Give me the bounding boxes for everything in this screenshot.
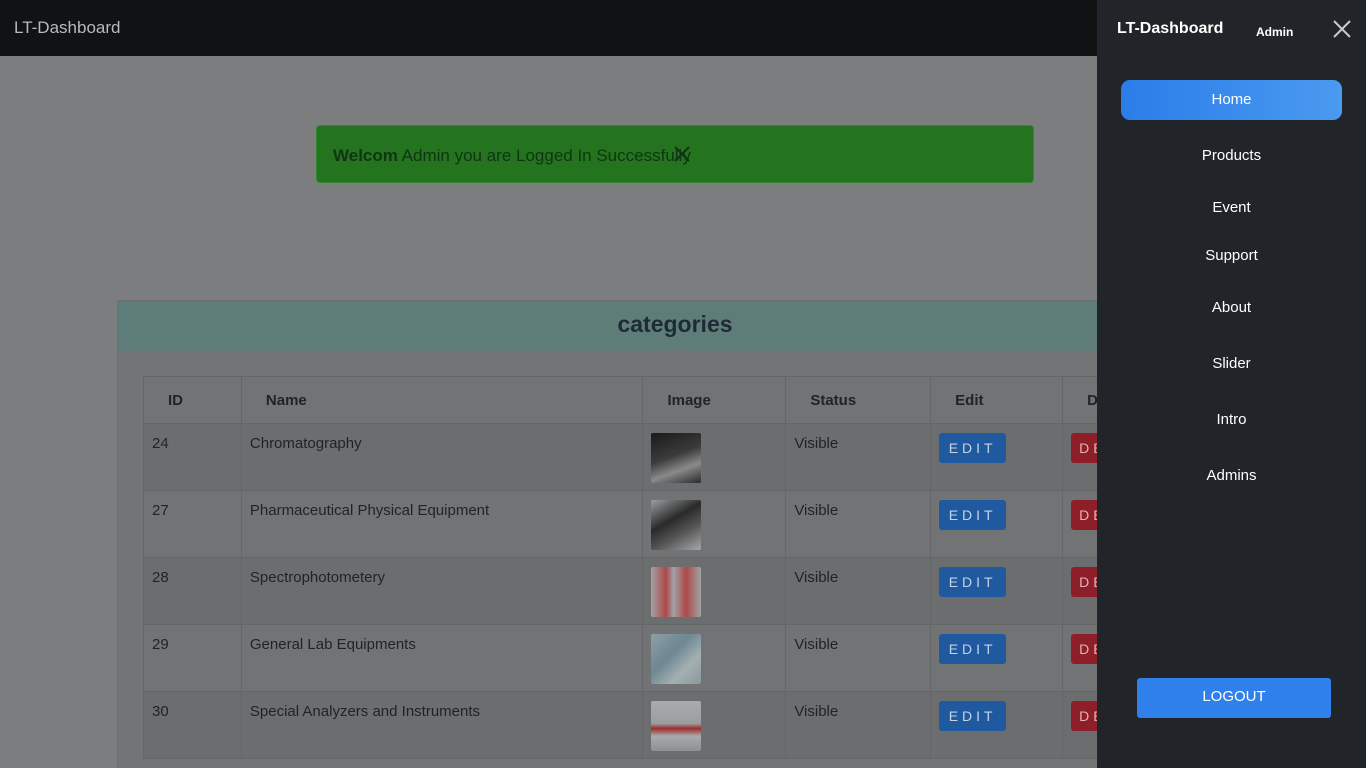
close-icon[interactable] — [1332, 19, 1352, 39]
cell-status: Visible — [785, 423, 932, 491]
offcanvas-sidebar: LT-Dashboard Admin Home Products Event S… — [1097, 0, 1366, 768]
sidebar-item-intro[interactable]: Intro — [1121, 400, 1342, 440]
sidebar-item-slider[interactable]: Slider — [1121, 344, 1342, 384]
table-header-row: ID Name Image Status Edit D — [143, 376, 1223, 424]
cell-name: Special Analyzers and Instruments — [240, 691, 644, 759]
cell-status: Visible — [785, 624, 932, 692]
cell-id: 30 — [143, 691, 242, 759]
cell-image — [642, 691, 787, 759]
column-header-status: Status — [785, 376, 932, 424]
sidebar-item-support[interactable]: Support — [1121, 236, 1342, 276]
table-row: 30 Special Analyzers and Instruments Vis… — [143, 691, 1223, 759]
table-row: 29 General Lab Equipments Visible EDIT D… — [143, 624, 1223, 692]
category-thumbnail — [651, 500, 702, 550]
cell-status: Visible — [785, 490, 932, 558]
sidebar-username: Admin — [1256, 25, 1294, 39]
cell-status: Visible — [785, 691, 932, 759]
sidebar-brand: LT-Dashboard — [1117, 20, 1224, 37]
cell-image — [642, 423, 787, 491]
sidebar-item-about[interactable]: About — [1121, 288, 1342, 328]
cell-name: Chromatography — [240, 423, 644, 491]
alert-strong: Welcom — [333, 146, 398, 165]
cell-edit: EDIT — [930, 490, 1064, 558]
card-title: categories — [617, 311, 733, 337]
category-thumbnail — [651, 701, 702, 751]
edit-button[interactable]: EDIT — [939, 500, 1007, 530]
success-alert: Welcom Admin you are Logged In Successfu… — [316, 125, 1034, 183]
cell-image — [642, 490, 787, 558]
table-row: 27 Pharmaceutical Physical Equipment Vis… — [143, 490, 1223, 558]
sidebar-item-event[interactable]: Event — [1121, 188, 1342, 228]
cell-edit: EDIT — [930, 624, 1064, 692]
category-thumbnail — [651, 634, 702, 684]
column-header-name: Name — [240, 376, 644, 424]
close-icon[interactable] — [673, 145, 691, 163]
column-header-id: ID — [143, 376, 242, 424]
navbar-brand[interactable]: LT-Dashboard — [14, 18, 120, 38]
cell-id: 24 — [143, 423, 242, 491]
cell-status: Visible — [785, 557, 932, 625]
cell-edit: EDIT — [930, 691, 1064, 759]
logout-button[interactable]: LOGOUT — [1137, 678, 1331, 718]
sidebar-item-products[interactable]: Products — [1121, 136, 1342, 176]
card-header: categories — [118, 301, 1216, 351]
alert-message: Admin you are Logged In Successfully — [397, 146, 691, 165]
table-row: 24 Chromatography Visible EDIT DE — [143, 423, 1223, 491]
cell-image — [642, 557, 787, 625]
cell-edit: EDIT — [930, 423, 1064, 491]
edit-button[interactable]: EDIT — [939, 701, 1007, 731]
column-header-image: Image — [642, 376, 787, 424]
sidebar-item-admins[interactable]: Admins — [1121, 456, 1342, 496]
column-header-edit: Edit — [930, 376, 1064, 424]
table-row: 28 Spectrophotometery Visible EDIT DE — [143, 557, 1223, 625]
cell-name: Spectrophotometery — [240, 557, 644, 625]
cell-id: 27 — [143, 490, 242, 558]
cell-id: 29 — [143, 624, 242, 692]
edit-button[interactable]: EDIT — [939, 634, 1007, 664]
category-thumbnail — [651, 567, 702, 617]
sidebar-item-home[interactable]: Home — [1121, 80, 1342, 120]
edit-button[interactable]: EDIT — [939, 433, 1007, 463]
alert-text: Welcom Admin you are Logged In Successfu… — [333, 146, 691, 166]
cell-name: Pharmaceutical Physical Equipment — [240, 490, 644, 558]
category-thumbnail — [651, 433, 702, 483]
categories-table: ID Name Image Status Edit D 24 Chromatog… — [143, 376, 1223, 759]
cell-name: General Lab Equipments — [240, 624, 644, 692]
cell-image — [642, 624, 787, 692]
cell-id: 28 — [143, 557, 242, 625]
cell-edit: EDIT — [930, 557, 1064, 625]
categories-card: categories ID Name Image Status Edit D 2… — [117, 300, 1223, 768]
edit-button[interactable]: EDIT — [939, 567, 1007, 597]
